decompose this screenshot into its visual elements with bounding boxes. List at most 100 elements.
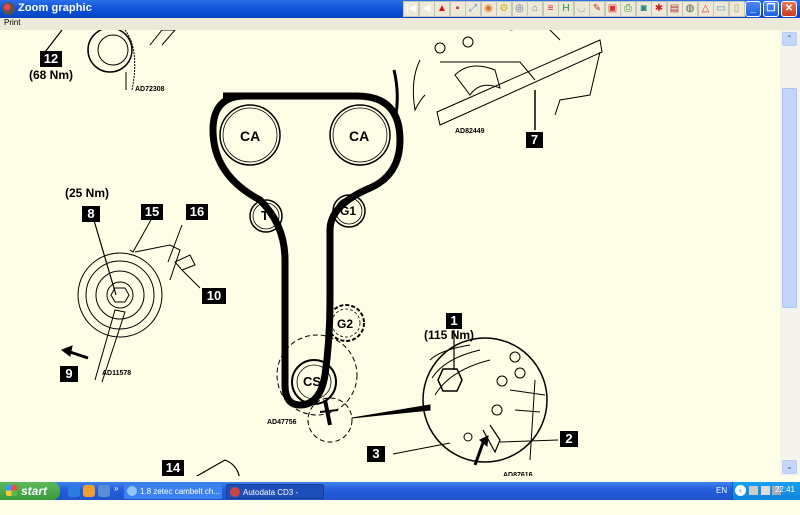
service-button[interactable]: ⚙ bbox=[496, 1, 512, 17]
callout-3: 3 bbox=[367, 446, 385, 462]
printer-button[interactable]: ⎙ bbox=[620, 1, 636, 17]
callout-12: 12 bbox=[40, 51, 62, 67]
wiring-button[interactable]: ▣ bbox=[604, 1, 621, 17]
internet-explorer-icon[interactable] bbox=[68, 485, 80, 497]
windows-logo-icon bbox=[6, 485, 17, 496]
start-button[interactable]: start bbox=[0, 482, 60, 500]
warning-button[interactable]: ▲ bbox=[434, 1, 450, 17]
diagram-canvas: 12 (68 Nm) 7 (25 Nm) 8 15 16 10 9 1 (115… bbox=[0, 30, 780, 476]
crank-detail-drawing bbox=[392, 330, 559, 466]
air-con-button[interactable]: ✱ bbox=[651, 1, 667, 17]
callout-9: 9 bbox=[60, 366, 78, 382]
torque-8: (25 Nm) bbox=[65, 186, 110, 200]
previous-icon: ◀ bbox=[422, 3, 431, 14]
start-label: start bbox=[21, 484, 48, 498]
exit-button[interactable]: ▯ bbox=[728, 1, 745, 17]
engine-mgmt-button[interactable]: ▪ bbox=[449, 1, 466, 17]
previous-button[interactable]: ◀ bbox=[418, 1, 435, 17]
zoom-graphic-button[interactable]: ⤢ bbox=[465, 1, 481, 17]
camera-icon: ◙ bbox=[640, 3, 647, 14]
wiring-icon: ▣ bbox=[607, 3, 618, 14]
printer-icon: ⎙ bbox=[624, 3, 632, 14]
close-icon: ✕ bbox=[784, 3, 794, 14]
key-button[interactable]: ✎ bbox=[589, 1, 605, 17]
vertical-scrollbar[interactable]: ⌃ ⌄ bbox=[780, 30, 800, 476]
menu-print[interactable]: Print bbox=[4, 18, 20, 27]
restore-button[interactable]: ❐ bbox=[763, 1, 779, 17]
pulley-label-t: T bbox=[261, 208, 269, 223]
tensioner-drawing bbox=[60, 216, 201, 383]
suspension-icon: ⌂ bbox=[531, 3, 539, 14]
callout-15: 15 bbox=[141, 204, 163, 220]
quicklaunch-overflow[interactable]: » bbox=[114, 484, 118, 493]
warning-icon: ▲ bbox=[437, 3, 447, 14]
antivirus-icon[interactable] bbox=[761, 486, 770, 495]
torque-1: (115 Nm) bbox=[424, 328, 475, 342]
internet-explorer-icon bbox=[127, 486, 137, 496]
tray-expand-icon[interactable]: ‹ bbox=[735, 485, 746, 496]
title-bar[interactable]: Zoom graphic |◀ ◀ ▲ ▪ ⤢ ◉ ⚙ ◎ ⌂ ≡ H ◡ ✎ ▣ ⎙ ◙ ✱ ▤ ◍ △ ▭ ▯ _ ❐… bbox=[0, 0, 800, 18]
timing-belt-button[interactable]: ≡ bbox=[542, 1, 559, 17]
camshaft-tool-drawing bbox=[392, 30, 603, 130]
scroll-up-button[interactable]: ⌃ bbox=[782, 32, 797, 46]
callout-2: 2 bbox=[560, 431, 578, 447]
pulley-label-g1: G1 bbox=[340, 204, 357, 218]
ref-ad72308: AD72308 bbox=[135, 86, 165, 93]
callout-1: 1 bbox=[446, 313, 462, 329]
diagnostic-icon: ◍ bbox=[685, 3, 695, 14]
brake-disc-button[interactable]: ◎ bbox=[511, 1, 528, 17]
car-button[interactable]: ▭ bbox=[713, 1, 729, 17]
service-icon: ⚙ bbox=[499, 3, 509, 14]
diagnostic-button[interactable]: ◍ bbox=[682, 1, 698, 17]
brake-disc-icon: ◎ bbox=[515, 3, 524, 14]
show-desktop-icon[interactable] bbox=[98, 485, 110, 497]
scroll-down-button[interactable]: ⌄ bbox=[782, 460, 797, 474]
lift-button[interactable]: H bbox=[558, 1, 574, 17]
app-icon bbox=[2, 2, 15, 15]
pulley-label-ca-left: CA bbox=[240, 128, 261, 144]
fuel-system-button[interactable]: ◉ bbox=[480, 1, 497, 17]
language-indicator[interactable]: EN bbox=[716, 486, 727, 495]
ref-ad82449: AD82449 bbox=[455, 128, 485, 135]
timing-belt-diagram bbox=[44, 30, 603, 476]
close-button[interactable]: ✕ bbox=[781, 1, 797, 17]
system-tray: ‹ 22:41 bbox=[732, 482, 800, 500]
tyre-button[interactable]: ◡ bbox=[573, 1, 590, 17]
car-icon: ▭ bbox=[716, 3, 726, 14]
key-icon: ✎ bbox=[592, 3, 602, 14]
road-sign-icon: △ bbox=[701, 3, 710, 14]
fuel-system-icon: ◉ bbox=[484, 3, 493, 14]
messenger-icon[interactable] bbox=[83, 485, 95, 497]
road-sign-button[interactable]: △ bbox=[697, 1, 714, 17]
pulley-label-g2: G2 bbox=[337, 317, 354, 331]
taskbar: start » 1.8 zetec cambelt ch... Autodata… bbox=[0, 482, 800, 512]
pulley-label-cs: CS bbox=[303, 374, 322, 389]
callout-10: 10 bbox=[202, 288, 226, 304]
task-label: Autodata CD3 - [Mod... bbox=[243, 488, 299, 512]
callout-16: 16 bbox=[186, 204, 208, 220]
lift-icon: H bbox=[562, 3, 570, 14]
minimize-button[interactable]: _ bbox=[745, 1, 761, 17]
tyre-icon: ◡ bbox=[577, 3, 586, 14]
network-icon[interactable] bbox=[749, 486, 758, 495]
callout-7: 7 bbox=[526, 132, 543, 148]
air-con-icon: ✱ bbox=[654, 3, 664, 14]
callout-8: 8 bbox=[82, 206, 100, 222]
engine-mgmt-icon: ▪ bbox=[455, 3, 460, 14]
clock[interactable]: 22:41 bbox=[775, 485, 795, 494]
first-page-button[interactable]: |◀ bbox=[403, 1, 419, 17]
torque-12: (68 Nm) bbox=[29, 68, 74, 82]
exit-icon: ▯ bbox=[733, 3, 740, 14]
task-label: 1.8 zetec cambelt ch... bbox=[140, 487, 221, 496]
ref-ad87616: AD87616 bbox=[503, 472, 533, 476]
task-button-autodata[interactable]: Autodata CD3 - [Mod... bbox=[226, 484, 324, 512]
task-button-browser[interactable]: 1.8 zetec cambelt ch... bbox=[124, 484, 222, 499]
repair-times-button[interactable]: ▤ bbox=[666, 1, 683, 17]
scroll-thumb[interactable] bbox=[782, 88, 797, 308]
timing-belt-icon: ≡ bbox=[547, 3, 554, 14]
zoom-graphic-icon: ⤢ bbox=[469, 3, 477, 14]
suspension-button[interactable]: ⌂ bbox=[527, 1, 543, 17]
restore-icon: ❐ bbox=[766, 3, 776, 14]
camera-button[interactable]: ◙ bbox=[635, 1, 652, 17]
chevron-down-icon: ⌄ bbox=[786, 462, 793, 471]
